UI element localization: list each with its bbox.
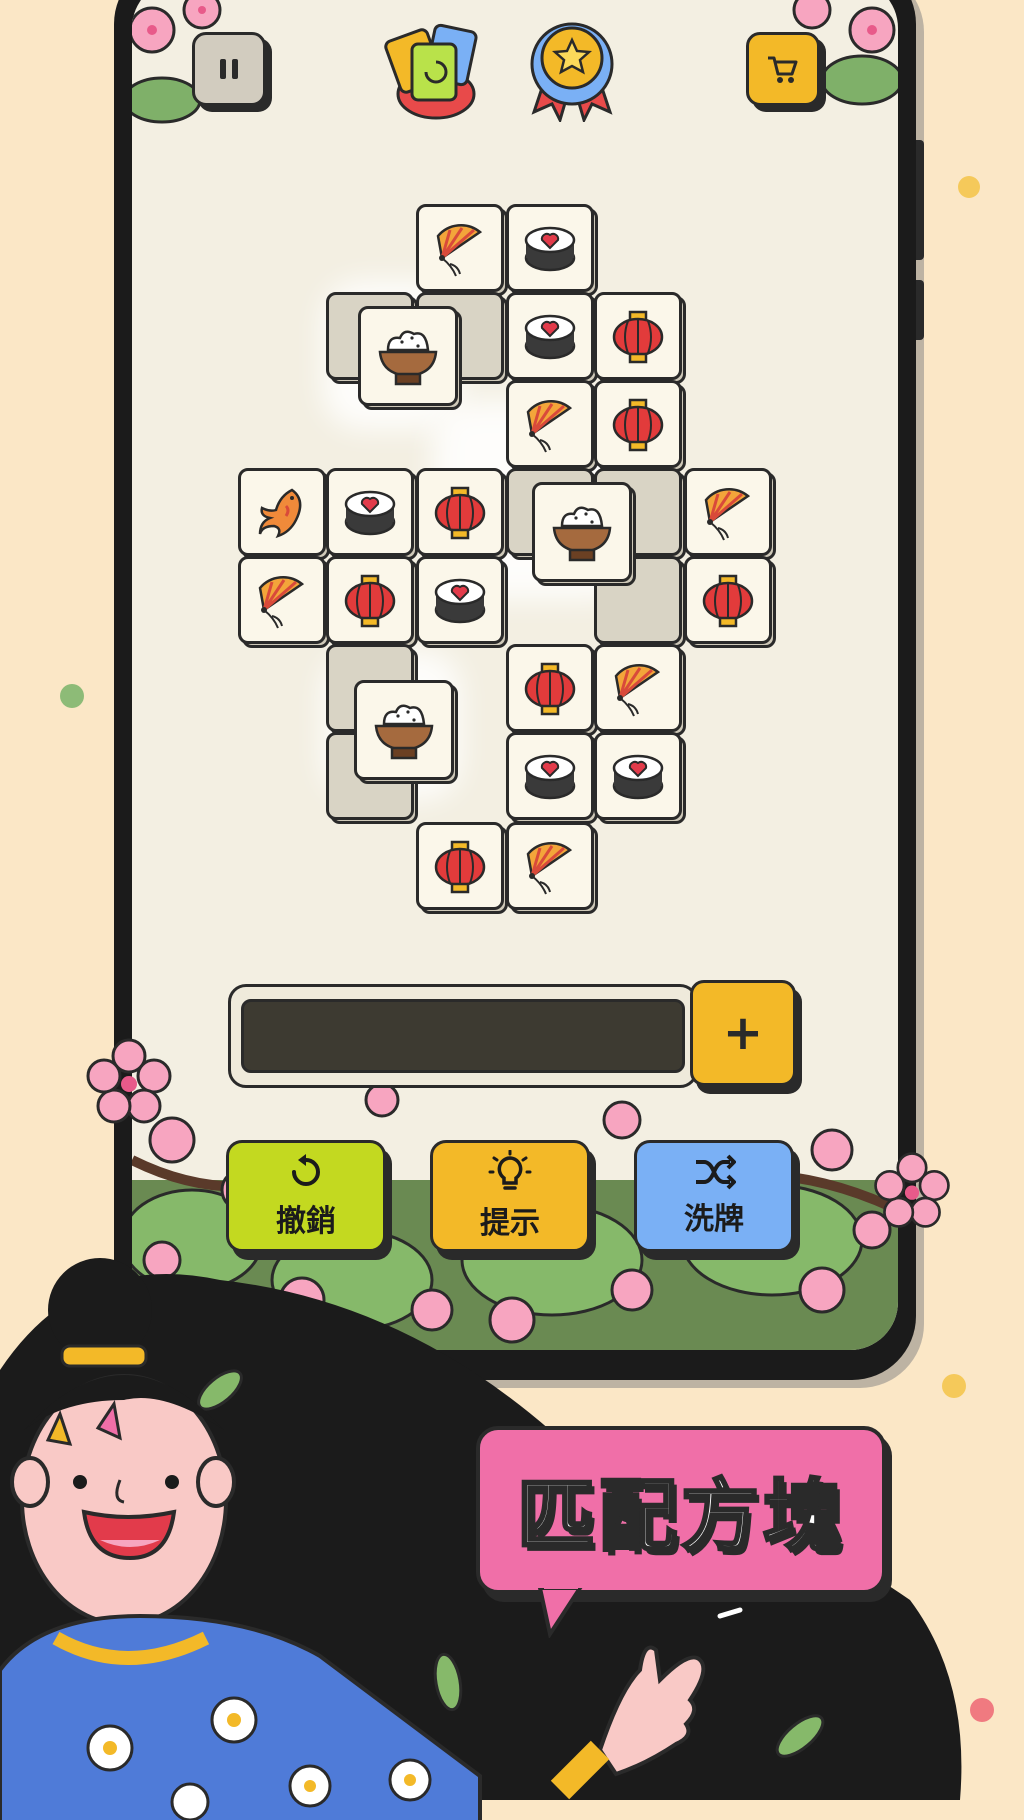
koi-fish-icon [258, 488, 302, 539]
sushi-icon [434, 578, 486, 624]
lantern-icon [612, 310, 664, 364]
tile-lantern[interactable] [416, 822, 508, 914]
fan-icon [436, 223, 483, 277]
undo-icon [292, 1154, 320, 1186]
lantern-icon [344, 574, 396, 628]
fan-icon [526, 399, 573, 453]
title-banner: 匹配方塊 [476, 1426, 886, 1594]
banner-tail [537, 1588, 583, 1638]
tile-fan[interactable] [416, 204, 508, 296]
undo-button[interactable]: 撤銷 [226, 1140, 386, 1252]
blossom-decoration [874, 1152, 950, 1228]
shuffle-button[interactable]: 洗牌 [634, 1140, 794, 1252]
fan-icon [704, 487, 751, 541]
tile-fan[interactable] [238, 556, 330, 648]
tile-tray [228, 984, 698, 1088]
lantern-icon [524, 662, 576, 716]
sushi-icon [612, 754, 664, 800]
shuffle-icon [696, 1154, 736, 1190]
pause-button[interactable] [192, 32, 266, 106]
rice-bowl-icon [374, 704, 434, 760]
tile-lantern[interactable] [506, 644, 598, 736]
rice-bowl-icon [552, 506, 612, 562]
banner-title: 匹配方塊 [515, 1471, 845, 1564]
tile-rice-selected[interactable] [354, 680, 458, 784]
fan-icon [614, 663, 661, 717]
medal-icon[interactable] [524, 16, 620, 122]
tile-lantern[interactable] [416, 468, 508, 560]
tile-fan[interactable] [506, 380, 598, 472]
sushi-icon [524, 314, 576, 360]
game-screen: + 撤銷 提示 洗牌 [132, 0, 898, 1350]
tile-sushi[interactable] [506, 292, 598, 384]
lightbulb-icon [488, 1150, 532, 1190]
lantern-icon [434, 486, 486, 540]
tile-fan[interactable] [684, 468, 776, 560]
tile-sushi[interactable] [326, 468, 418, 560]
tile-sushi[interactable] [506, 204, 598, 296]
decor-dot [958, 176, 980, 198]
tile-sushi[interactable] [416, 556, 508, 648]
hint-label: 提示 [480, 1206, 540, 1241]
tile-rice-selected[interactable] [358, 306, 462, 410]
tile-lantern[interactable] [594, 292, 686, 384]
add-slot-button[interactable]: + [690, 980, 796, 1086]
shuffle-label: 洗牌 [684, 1202, 744, 1237]
pause-icon [220, 59, 238, 79]
tile-sushi[interactable] [506, 732, 598, 824]
tile-rice-selected[interactable] [532, 482, 636, 586]
cart-icon [768, 56, 798, 83]
sushi-icon [524, 226, 576, 272]
powerup-cards-icon[interactable] [378, 16, 488, 122]
tile-koi[interactable] [238, 468, 330, 560]
sushi-icon [524, 754, 576, 800]
phone-side-button [916, 140, 924, 260]
tile-lantern[interactable] [684, 556, 776, 648]
tray-slots [241, 999, 685, 1073]
lantern-icon [702, 574, 754, 628]
tile-fan[interactable] [594, 644, 686, 736]
blossom-decoration [86, 1038, 172, 1124]
fan-icon [258, 575, 305, 629]
lantern-icon [434, 840, 486, 894]
tile-lantern[interactable] [326, 556, 418, 648]
tile-fan[interactable] [506, 822, 598, 914]
decor-dot [60, 684, 84, 708]
shop-button[interactable] [746, 32, 820, 106]
fan-icon [526, 841, 573, 895]
phone-side-button [916, 280, 924, 340]
hint-button[interactable]: 提示 [430, 1140, 590, 1252]
undo-label: 撤銷 [276, 1204, 336, 1239]
tile-lantern[interactable] [594, 380, 686, 472]
tile-sushi[interactable] [594, 732, 686, 824]
rice-bowl-icon [378, 330, 438, 386]
sushi-icon [344, 490, 396, 536]
lantern-icon [612, 398, 664, 452]
